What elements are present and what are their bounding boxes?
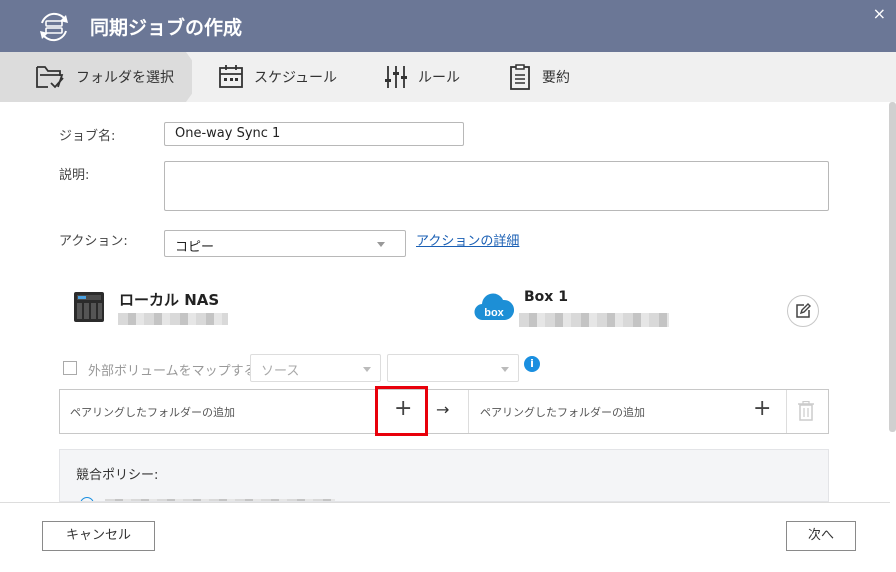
trash-icon[interactable] [797,401,815,421]
remote-name: Box 1 [524,289,568,305]
step-rules[interactable]: ルール [384,52,460,102]
action-label: アクション: [59,234,128,249]
folder-pair-row: ペアリングしたフォルダーの追加 + → ペアリングしたフォルダーの追加 + [59,389,829,434]
title-bar: 同期ジョブの作成 × [0,0,896,52]
volume-select[interactable] [387,354,519,382]
conflict-policy-panel: 競合ポリシー: [59,449,829,502]
job-name-input[interactable]: One-way Sync 1 [164,122,464,146]
step-label: フォルダを選択 [76,70,174,86]
local-nas-address-redacted [118,313,228,325]
source-select-value: ソース [261,364,300,379]
add-remote-folder-plus-icon[interactable]: + [753,396,771,421]
action-select[interactable]: コピー [164,230,406,257]
scrollbar[interactable] [889,102,896,432]
chevron-down-icon [501,367,509,372]
action-select-value: コピー [175,240,215,255]
box-cloud-icon: box [474,293,514,321]
chevron-down-icon [377,242,385,247]
job-name-value: One-way Sync 1 [175,126,281,141]
remote-account-redacted [519,313,669,327]
description-input[interactable] [164,161,829,211]
next-button[interactable]: 次へ [786,521,856,551]
step-select-folder[interactable]: フォルダを選択 [34,52,174,102]
step-label: ルール [418,70,460,86]
close-icon[interactable]: × [873,4,886,23]
map-external-volume-label: 外部ボリュームをマップする [88,364,257,379]
job-name-label: ジョブ名: [59,129,116,144]
source-select[interactable]: ソース [250,354,381,382]
box-logo-text: box [484,307,504,319]
action-details-link[interactable]: アクションの詳細 [416,230,519,249]
edit-connection-button[interactable] [787,295,819,327]
info-icon[interactable]: i [524,356,540,372]
remote-folder-placeholder[interactable]: ペアリングしたフォルダーの追加 [480,404,645,420]
sliders-icon [385,66,407,88]
sync-app-icon [40,12,68,42]
wizard-steps: フォルダを選択 スケジュール ルール 要約 [0,52,896,102]
edit-icon [796,303,811,318]
map-external-volume-checkbox[interactable] [63,361,77,375]
nas-icon [74,292,104,322]
highlight-box [375,386,428,436]
step-schedule[interactable]: スケジュール [218,52,337,102]
local-nas-name: ローカル NAS [119,291,220,309]
step-label: 要約 [542,70,570,86]
footer-divider [0,502,890,503]
arrow-right-icon: → [436,400,450,419]
step-label: スケジュール [254,70,338,86]
dialog-title: 同期ジョブの作成 [90,17,243,39]
pair-divider [468,390,469,433]
clipboard-icon [510,64,530,90]
cancel-button[interactable]: キャンセル [42,521,155,551]
local-folder-placeholder[interactable]: ペアリングしたフォルダーの追加 [70,404,235,420]
step-summary[interactable]: 要約 [508,52,570,102]
folder-check-icon [36,66,64,89]
calendar-icon [219,65,243,88]
description-label: 説明: [59,168,90,183]
pair-divider [786,390,787,433]
chevron-down-icon [363,367,371,372]
conflict-policy-title: 競合ポリシー: [76,468,159,483]
